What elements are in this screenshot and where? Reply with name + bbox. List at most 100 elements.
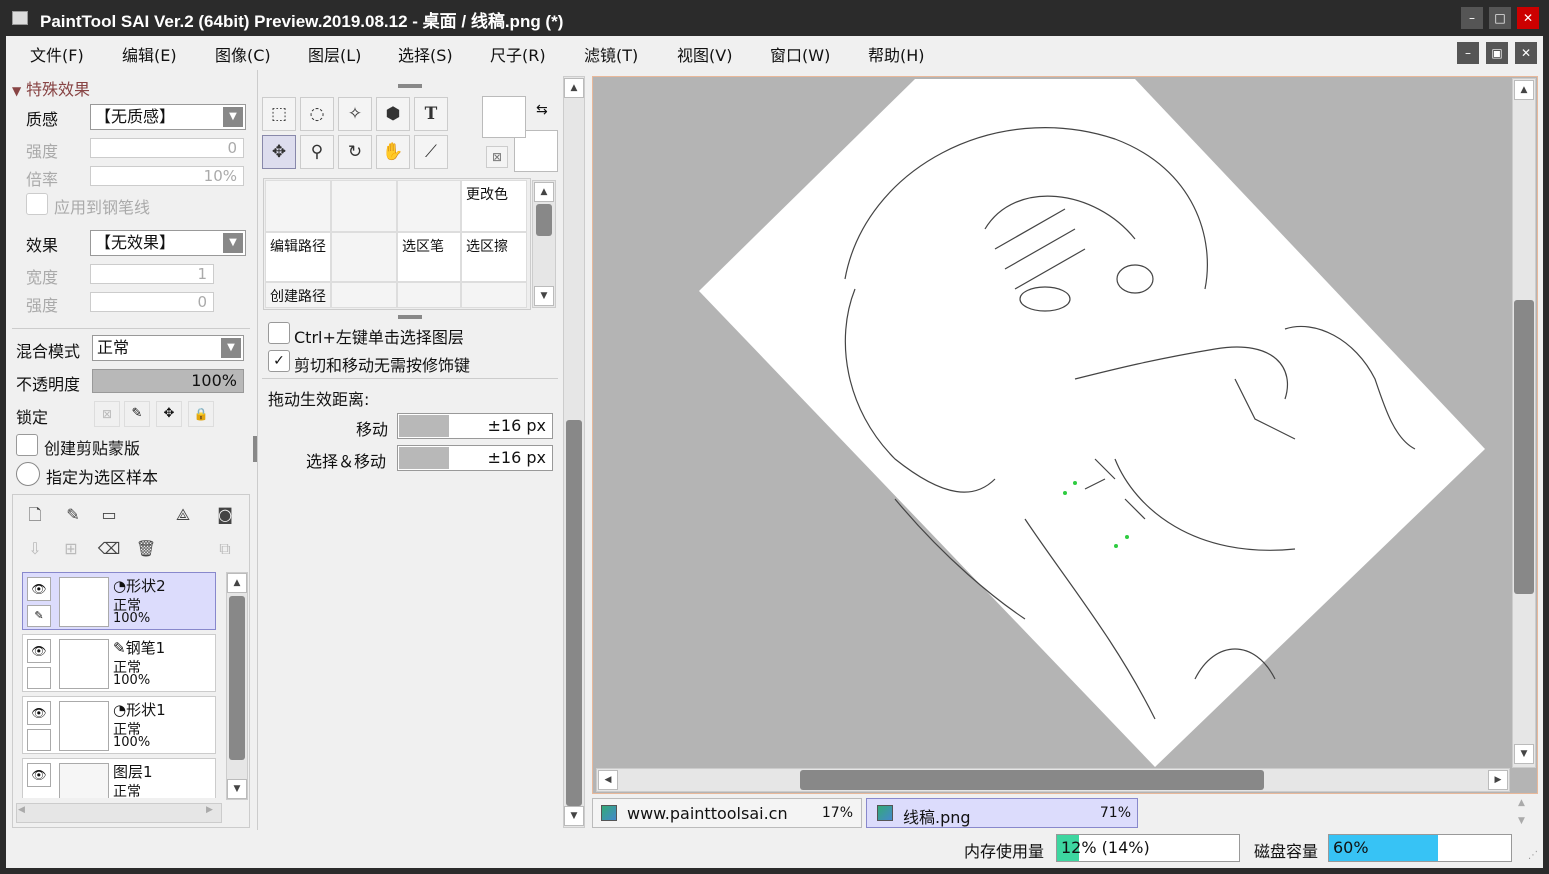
ctrl-click-checkbox[interactable] <box>268 322 290 344</box>
menu-edit[interactable]: 编辑(E) <box>122 42 177 66</box>
scroll-down-icon[interactable]: ▼ <box>564 806 584 826</box>
pencil-icon[interactable]: ✎ <box>27 605 51 627</box>
selection-sample-radio[interactable] <box>16 462 40 486</box>
reset-colors-icon[interactable]: ⊠ <box>486 146 508 168</box>
menu-file[interactable]: 文件(F) <box>30 42 84 66</box>
lock-draw-icon[interactable]: ✎ <box>124 401 150 427</box>
brush-cell-empty[interactable] <box>331 232 397 282</box>
doc-tab[interactable]: www.painttoolsai.cn 17% <box>592 798 862 828</box>
text-tool[interactable]: T <box>414 97 448 131</box>
window-maximize-button[interactable]: □ <box>1489 7 1511 29</box>
scroll-right-icon[interactable]: ▶ <box>1488 770 1508 790</box>
cut-move-checkbox[interactable]: ✓ <box>268 350 290 372</box>
menu-select[interactable]: 选择(S) <box>398 42 453 66</box>
tabs-scroll-up-icon[interactable]: ▲ <box>1518 798 1525 808</box>
layer-item[interactable]: 👁 ✎钢笔1 正常 100% <box>22 634 216 692</box>
menu-layer[interactable]: 图层(L) <box>308 42 361 66</box>
canvas-view[interactable] <box>592 76 1538 794</box>
lasso-tool[interactable]: ◌ <box>300 97 334 131</box>
opacity-slider[interactable]: 100% <box>92 369 244 393</box>
layer-scroll-thumb[interactable] <box>229 596 245 760</box>
zoom-tool[interactable]: ⚲ <box>300 135 334 169</box>
move-tool[interactable]: ✥ <box>262 135 296 169</box>
new-folder-icon[interactable]: ▭ <box>96 502 122 528</box>
lock-transparency-icon[interactable]: ⊠ <box>94 401 120 427</box>
lock-move-icon[interactable]: ✥ <box>156 401 182 427</box>
eyedropper-tool[interactable]: ⟋ <box>414 135 448 169</box>
brush-cell-empty[interactable] <box>331 282 397 308</box>
layer-hscrollbar[interactable] <box>16 803 222 823</box>
rotate-tool[interactable]: ↻ <box>338 135 372 169</box>
menu-filter[interactable]: 滤镜(T) <box>584 42 638 66</box>
layer-item[interactable]: 👁 ✎ ◔形状2 正常 100% <box>22 572 216 630</box>
brush-edit-path[interactable]: 编辑路径 <box>265 232 331 282</box>
brush-selection-eraser[interactable]: 选区擦 <box>461 232 527 282</box>
brush-cell-empty[interactable] <box>397 180 461 232</box>
brush-selection-pen[interactable]: 选区笔 <box>397 232 461 282</box>
panel-scroll-thumb[interactable] <box>566 420 582 806</box>
middle-grip-2[interactable] <box>398 315 422 319</box>
canvas-vscroll-thumb[interactable] <box>1514 300 1534 594</box>
selmove-distance-slider[interactable]: ±16 px <box>397 445 553 471</box>
brush-create-path[interactable]: 创建路径 <box>265 282 331 308</box>
layer-item[interactable]: 👁 ◔形状1 正常 100% <box>22 696 216 754</box>
window-close-button[interactable]: ✕ <box>1517 7 1539 29</box>
resize-grip-icon[interactable]: ⋰ <box>1528 850 1538 861</box>
pencil-icon[interactable] <box>27 667 51 689</box>
scroll-left-icon[interactable]: ◀ <box>598 770 618 790</box>
menu-image[interactable]: 图像(C) <box>215 42 271 66</box>
brush-cell-empty[interactable] <box>397 282 461 308</box>
menu-view[interactable]: 视图(V) <box>677 42 732 66</box>
doc-close-button[interactable]: ✕ <box>1515 42 1537 64</box>
new-layer-icon[interactable]: 🗋 <box>22 502 48 528</box>
menu-help[interactable]: 帮助(H) <box>868 42 925 66</box>
clip-mask-checkbox[interactable] <box>16 434 38 456</box>
scroll-up-icon[interactable]: ▲ <box>534 182 554 202</box>
duplicate-icon[interactable]: ⧉ <box>212 536 238 562</box>
magic-wand-tool[interactable]: ✧ <box>338 97 372 131</box>
new-shape-layer-icon[interactable]: ⟁ <box>170 502 196 528</box>
window-minimize-button[interactable]: – <box>1461 7 1483 29</box>
scroll-down-icon[interactable]: ▼ <box>534 286 554 306</box>
blend-mode-dropdown[interactable]: 正常 ▼ <box>92 335 244 361</box>
scroll-up-icon[interactable]: ▲ <box>227 573 247 593</box>
width-input[interactable]: 1 <box>90 264 214 284</box>
brush-cell-empty[interactable] <box>331 180 397 232</box>
tabs-scroll-down-icon[interactable]: ▼ <box>1518 816 1525 826</box>
scroll-up-icon[interactable]: ▲ <box>564 78 584 98</box>
scroll-left-icon[interactable]: ◀ <box>18 805 25 815</box>
move-distance-slider[interactable]: ±16 px <box>397 413 553 439</box>
scroll-down-icon[interactable]: ▼ <box>1514 744 1534 764</box>
pencil-icon[interactable] <box>27 729 51 751</box>
brush-recolor[interactable]: 更改色 <box>461 180 527 232</box>
hand-tool[interactable]: ✋ <box>376 135 410 169</box>
clear-layer-icon[interactable]: ⌫ <box>96 536 122 562</box>
lock-all-icon[interactable]: 🔒 <box>188 401 214 427</box>
canvas-hscroll-thumb[interactable] <box>800 770 1264 790</box>
menu-ruler[interactable]: 尺子(R) <box>490 42 546 66</box>
brush-scroll-thumb[interactable] <box>536 204 552 236</box>
scale-input[interactable]: 10% <box>90 166 244 186</box>
eye-icon[interactable]: 👁 <box>27 639 51 663</box>
trash-icon[interactable]: 🗑 <box>133 536 159 562</box>
rect-select-tool[interactable]: ⬚ <box>262 97 296 131</box>
effect-dropdown[interactable]: 【无效果】 ▼ <box>90 230 246 256</box>
layer-item[interactable]: 👁 图层1 正常 <box>22 758 216 798</box>
doc-restore-button[interactable]: ▣ <box>1486 42 1508 64</box>
eye-icon[interactable]: 👁 <box>27 763 51 787</box>
primary-color-swatch[interactable] <box>482 96 526 138</box>
doc-minimize-button[interactable]: – <box>1457 42 1479 64</box>
shape-tool[interactable]: ⬢ <box>376 97 410 131</box>
eye-icon[interactable]: 👁 <box>27 701 51 725</box>
strength2-input[interactable]: 0 <box>90 292 214 312</box>
strength-input[interactable]: 0 <box>90 138 244 158</box>
merge-down-icon[interactable]: ⇩ <box>22 536 48 562</box>
swap-colors-icon[interactable]: ⇆ <box>536 102 548 118</box>
brush-cell-empty[interactable] <box>265 180 331 232</box>
apply-pen-checkbox[interactable] <box>26 193 48 215</box>
doc-tab-active[interactable]: 线稿.png 71% <box>866 798 1138 828</box>
texture-dropdown[interactable]: 【无质感】 ▼ <box>90 104 246 130</box>
effects-section-header[interactable]: ▼ 特殊效果 <box>12 76 90 100</box>
scroll-down-icon[interactable]: ▼ <box>227 779 247 799</box>
menu-window[interactable]: 窗口(W) <box>770 42 830 66</box>
